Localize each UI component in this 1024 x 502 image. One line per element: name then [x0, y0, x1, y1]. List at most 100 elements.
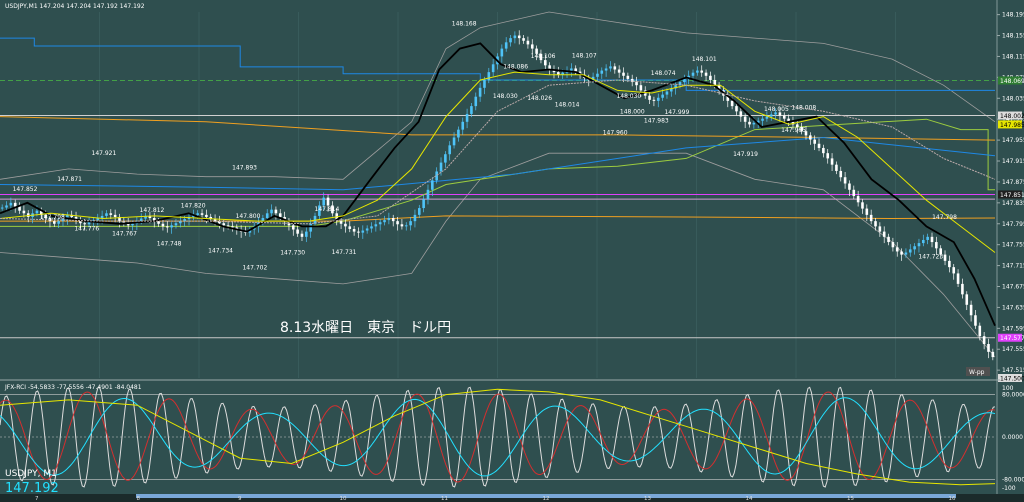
price-label: 147.921: [92, 150, 117, 157]
candle-body: [965, 294, 969, 305]
price-label: 147.723: [918, 253, 943, 260]
candle-body: [752, 122, 756, 125]
price-label: 147.702: [242, 264, 267, 271]
time-tick-label: 7: [35, 496, 39, 502]
candle-body: [300, 233, 304, 237]
price-tick-label: 147.715: [1002, 263, 1024, 270]
candle-body: [348, 226, 352, 229]
candle-body: [291, 225, 295, 230]
candle-body: [526, 40, 530, 45]
price-label: 148.014: [555, 101, 580, 108]
candle-body: [465, 113, 469, 122]
candle-body: [113, 214, 117, 217]
candle-body: [339, 221, 343, 224]
osc-level-label: -80.0000: [1002, 476, 1024, 483]
candle-body: [543, 60, 547, 66]
candle-body: [908, 249, 912, 253]
candle-body: [500, 48, 504, 57]
candle-body: [570, 68, 573, 71]
price-label: 147.919: [733, 151, 758, 158]
price-label: 147.999: [664, 109, 689, 116]
candle-body: [305, 231, 308, 237]
candle-body: [761, 118, 764, 121]
candle-body: [270, 209, 273, 214]
candle-body: [53, 221, 56, 224]
price-tick-label: 147.795: [1002, 221, 1024, 228]
price-tag: 148.002: [1000, 113, 1024, 120]
price-tag: 147.577: [1000, 335, 1024, 342]
price-label: 147.767: [112, 230, 137, 237]
candle-body: [361, 230, 365, 233]
oscillator-header: JFX-RCI -54.5833 -77.5556 -47.4901 -84.0…: [4, 384, 142, 391]
candle-body: [517, 35, 521, 39]
candle-body: [378, 222, 382, 225]
osc-level-label: 80.0000: [1002, 392, 1024, 399]
price-tick-label: 147.755: [1002, 242, 1024, 249]
candle-body: [700, 70, 704, 73]
candle-body: [226, 225, 230, 227]
candle-body: [600, 70, 604, 74]
candle-body: [35, 210, 39, 214]
price-tag: 147.985: [1000, 122, 1024, 129]
candle-body: [205, 214, 208, 217]
candle-body: [878, 226, 882, 232]
candle-body: [782, 115, 786, 119]
price-tick-label: 147.675: [1002, 284, 1024, 291]
candle-body: [656, 97, 660, 101]
candle-body: [409, 221, 412, 226]
candle-body: [57, 221, 60, 224]
candle-body: [109, 213, 113, 215]
candle-body: [170, 225, 173, 228]
candle-body: [843, 177, 847, 184]
price-label: 148.030: [493, 93, 518, 100]
price-label: 147.983: [644, 117, 669, 124]
candle-body: [639, 85, 643, 91]
candle-body: [913, 246, 916, 250]
candle-body: [431, 180, 434, 190]
candle-body: [765, 116, 769, 119]
price-tick-label: 147.595: [1002, 325, 1024, 332]
candle-body: [991, 351, 995, 358]
candle-body: [696, 70, 699, 73]
price-tag: 147.500: [1000, 376, 1024, 383]
price-label: 148.107: [572, 53, 597, 60]
candle-body: [874, 221, 877, 227]
candle-body: [613, 66, 617, 70]
candle-body: [830, 158, 834, 165]
candle-body: [87, 222, 91, 225]
price-tag: 148.069: [1000, 78, 1024, 85]
time-tick-label: 10: [340, 496, 347, 502]
price-label: 147.820: [181, 203, 206, 210]
price-label: 148.000: [620, 109, 645, 116]
candle-body: [344, 223, 347, 227]
candle-body: [5, 205, 8, 208]
candle-body: [869, 214, 873, 222]
candle-body: [357, 231, 360, 233]
time-tick-label: 11: [441, 496, 448, 502]
candle-body: [439, 162, 443, 172]
candle-body: [274, 209, 278, 214]
candle-body: [470, 106, 473, 114]
price-label: 148.030: [616, 93, 641, 100]
candle-body: [826, 153, 830, 159]
price-tag: 147.851: [1000, 192, 1024, 199]
candle-body: [856, 196, 860, 203]
candle-body: [635, 82, 638, 86]
candle-body: [83, 223, 87, 225]
candle-body: [522, 38, 525, 41]
price-label: 147.814: [315, 206, 340, 213]
candle-body: [961, 283, 964, 295]
candle-body: [483, 79, 486, 88]
candle-body: [352, 228, 356, 232]
price-tick-label: 148.195: [1002, 12, 1024, 19]
candle-body: [387, 218, 391, 221]
candle-body: [530, 44, 534, 49]
candle-body: [374, 224, 378, 227]
price-tick-label: 148.155: [1002, 33, 1024, 40]
symbol-footer: USDJPY, M1: [5, 469, 57, 479]
time-tick-label: 13: [644, 496, 651, 502]
candle-body: [861, 202, 864, 209]
candle-body: [9, 202, 13, 206]
candle-body: [661, 94, 664, 98]
candle-body: [900, 251, 903, 255]
